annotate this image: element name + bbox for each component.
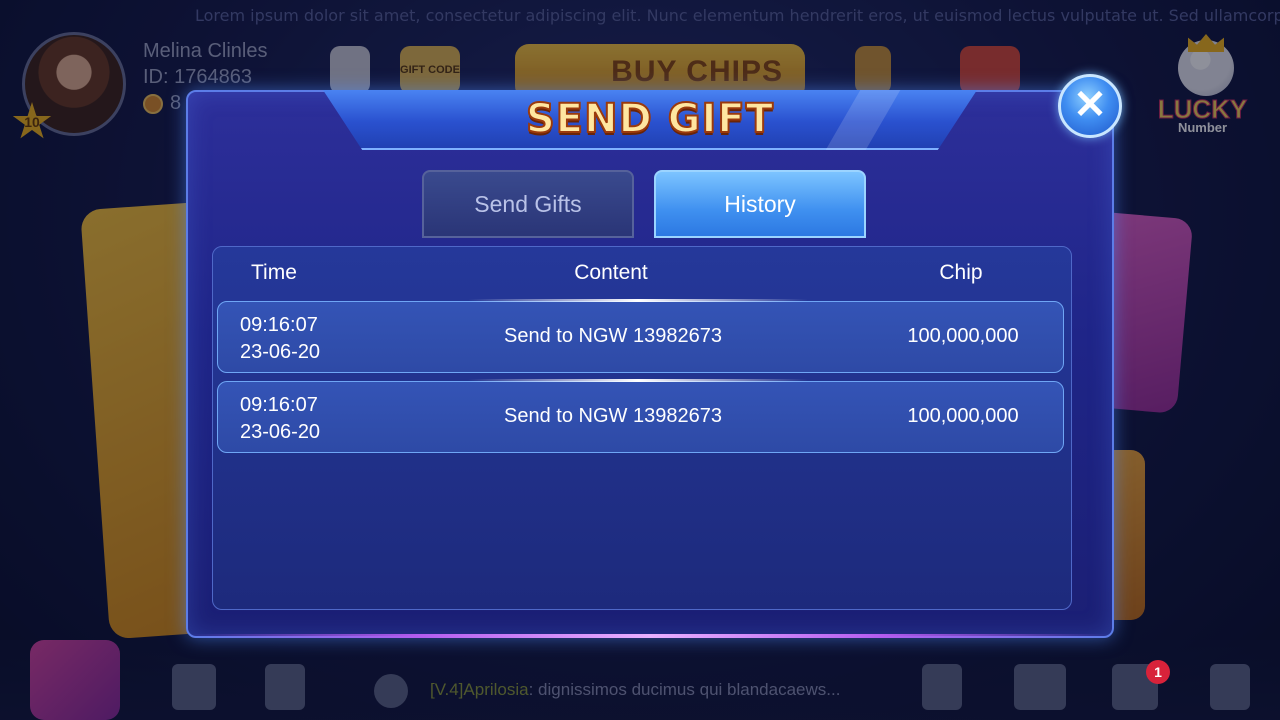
mail-notification-badge: 1 — [1146, 660, 1170, 684]
row-glow — [468, 379, 808, 382]
send-gift-dialog: SEND GIFT ✕ Send Gifts History Time Cont… — [186, 74, 1122, 638]
row-glow — [468, 299, 808, 302]
row-time: 09:16:07 — [240, 314, 318, 336]
row-content: Send to NGW 13982673 — [504, 325, 722, 347]
history-table: Time Content Chip 09:16:07 23-06-20 Send… — [212, 246, 1072, 610]
row-chip: 100,000,000 — [907, 405, 1019, 427]
tab-send-gifts[interactable]: Send Gifts — [422, 170, 634, 238]
column-header-content: Content — [574, 261, 648, 284]
row-date: 23-06-20 — [240, 341, 321, 363]
close-button[interactable]: ✕ — [1058, 74, 1122, 138]
row-content: Send to NGW 13982673 — [504, 405, 722, 427]
row-chip: 100,000,000 — [907, 325, 1019, 347]
tab-history[interactable]: History — [654, 170, 866, 238]
dialog-bottom-glow — [188, 634, 1112, 638]
column-header-chip: Chip — [939, 261, 983, 284]
row-time-cell: 09:16:07 23-06-20 — [240, 392, 320, 446]
column-header-time: Time — [251, 261, 297, 284]
row-time-cell: 09:16:07 23-06-20 — [240, 312, 320, 366]
close-icon: ✕ — [1073, 83, 1107, 127]
row-time: 09:16:07 — [240, 394, 318, 416]
table-row: 09:16:07 23-06-20 Send to NGW 13982673 1… — [217, 299, 1064, 373]
table-row: 09:16:07 23-06-20 Send to NGW 13982673 1… — [217, 379, 1064, 453]
row-date: 23-06-20 — [240, 421, 321, 443]
dialog-title: SEND GIFT — [525, 95, 775, 143]
